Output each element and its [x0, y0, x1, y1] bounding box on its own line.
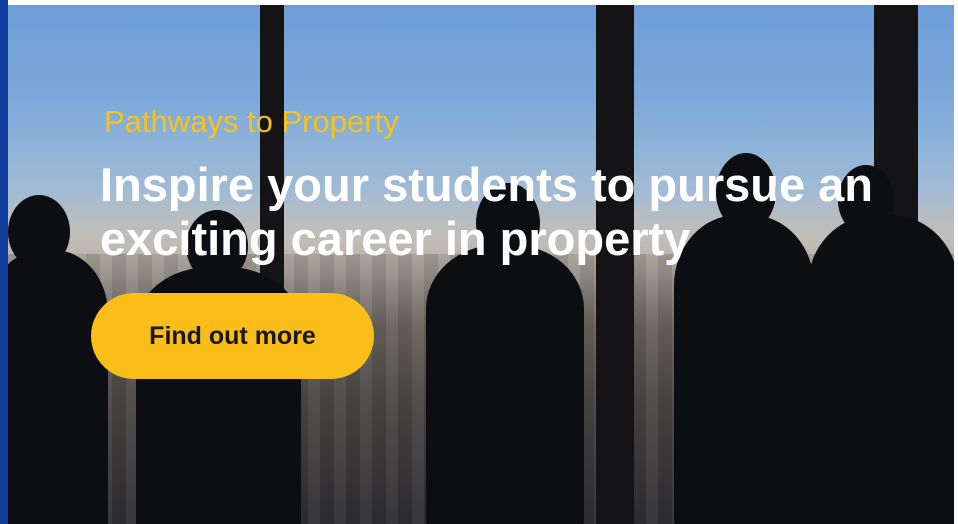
person-silhouette-3	[426, 245, 584, 524]
page-frame: Pathways to Property Inspire your studen…	[0, 0, 958, 524]
left-edge-bar	[0, 0, 8, 524]
find-out-more-button[interactable]: Find out more	[91, 293, 374, 379]
hero-headline: Inspire your students to pursue an excit…	[100, 158, 873, 265]
programme-name: Pathways to Property	[104, 104, 399, 139]
person-head-1	[8, 195, 70, 269]
person-silhouette-1	[8, 250, 108, 524]
